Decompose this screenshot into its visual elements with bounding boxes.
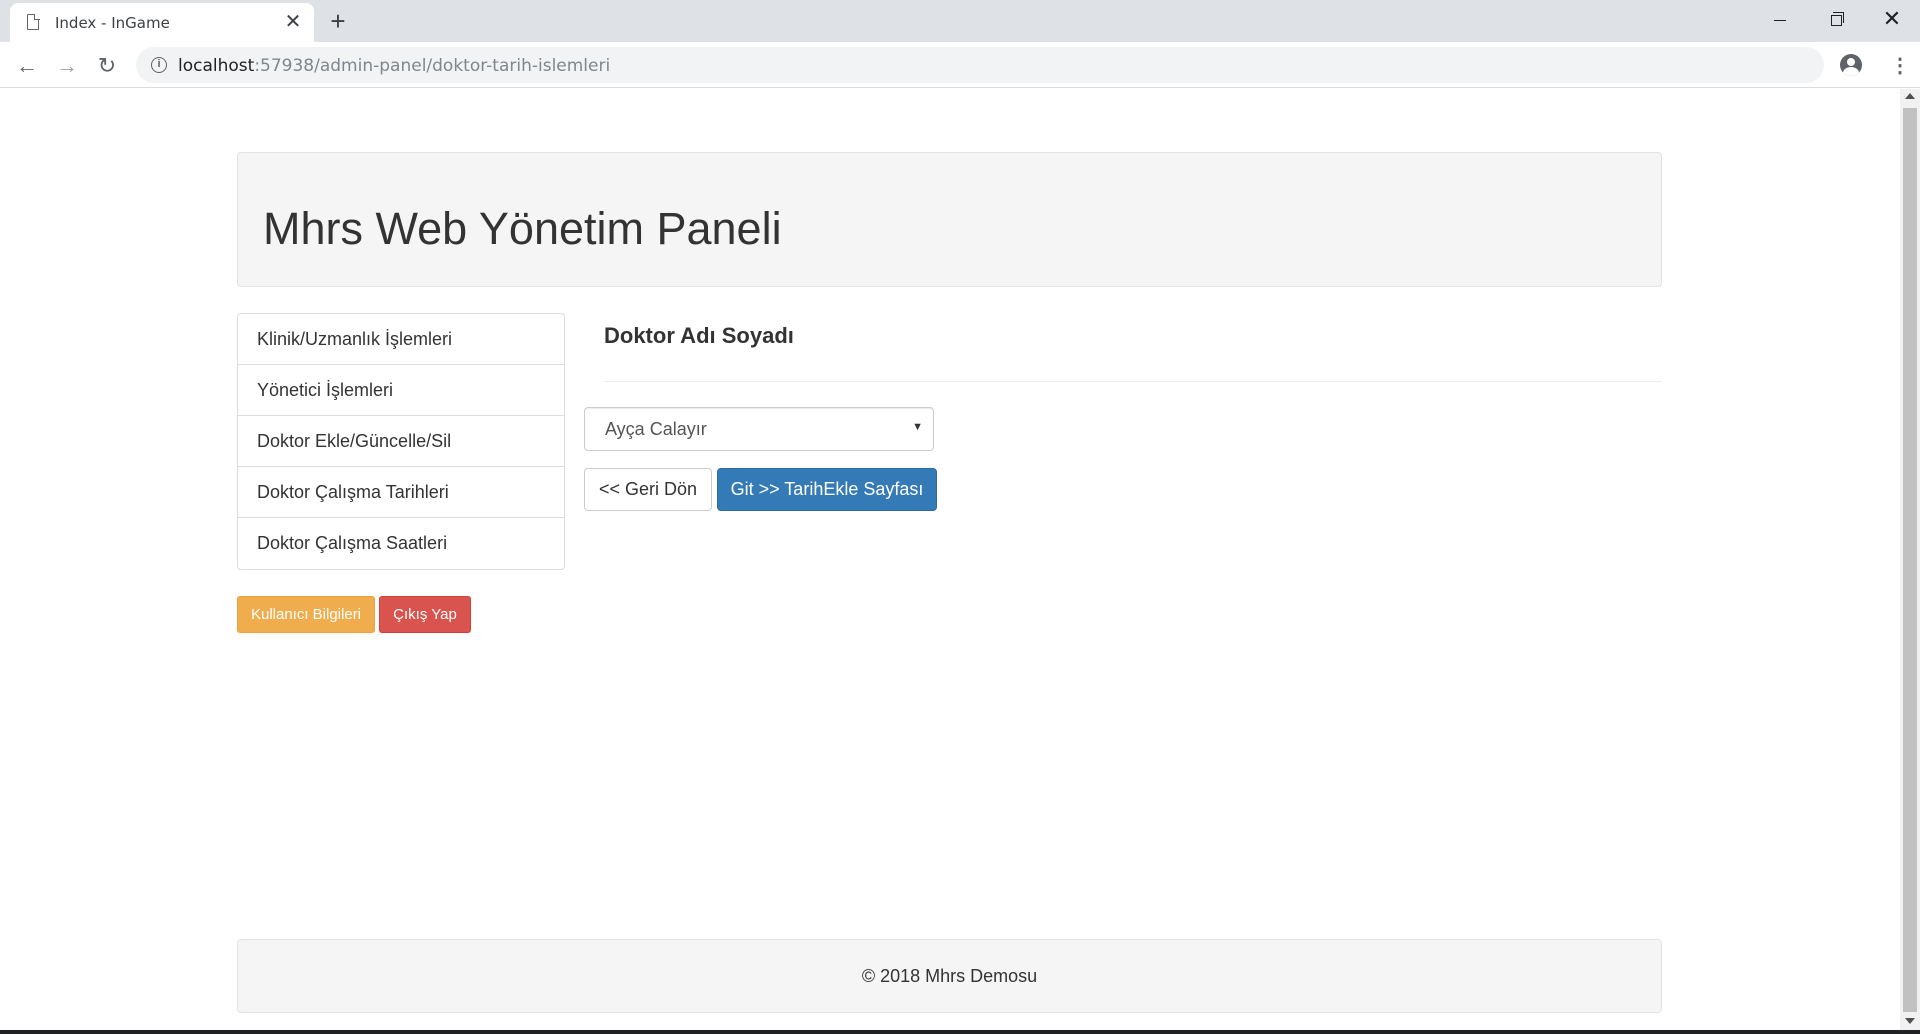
- footer: © 2018 Mhrs Demosu: [237, 939, 1662, 1013]
- account-icon[interactable]: [1840, 54, 1862, 76]
- restore-icon: [1830, 11, 1844, 26]
- minimize-button[interactable]: [1752, 0, 1808, 40]
- sidebar-item-doktor-ekle[interactable]: Doktor Ekle/Güncelle/Sil: [238, 416, 564, 467]
- doc-icon: [27, 13, 40, 30]
- sidebar-item-klinik[interactable]: Klinik/Uzmanlık İşlemleri: [238, 314, 564, 365]
- back-icon[interactable]: ←: [11, 50, 43, 82]
- close-icon[interactable]: ✕: [280, 9, 306, 35]
- menu-icon[interactable]: ⋮: [1890, 50, 1910, 82]
- address-bar[interactable]: i localhost:57938/admin-panel/doktor-tar…: [136, 47, 1824, 83]
- reload-icon[interactable]: ↻: [91, 50, 123, 82]
- user-info-button[interactable]: Kullanıcı Bilgileri: [237, 596, 375, 633]
- scroll-up-icon[interactable]: [1905, 93, 1915, 99]
- tab-title: Index - InGame: [55, 14, 170, 32]
- sidebar-menu: Klinik/Uzmanlık İşlemleri Yönetici İşlem…: [237, 313, 565, 570]
- page-scrollbar[interactable]: [1900, 89, 1920, 1030]
- window-close-button[interactable]: ✕: [1864, 0, 1920, 40]
- sidebar-item-yonetici[interactable]: Yönetici İşlemleri: [238, 365, 564, 416]
- url-text[interactable]: localhost:57938/admin-panel/doktor-tarih…: [178, 56, 610, 76]
- scroll-thumb[interactable]: [1903, 108, 1917, 1012]
- url-path: :57938/admin-panel/doktor-tarih-islemler…: [254, 56, 611, 76]
- page-viewport: Mhrs Web Yönetim Paneli Klinik/Uzmanlık …: [0, 89, 1900, 1030]
- page-title: Mhrs Web Yönetim Paneli: [263, 203, 782, 254]
- scroll-down-icon[interactable]: [1905, 1018, 1915, 1024]
- back-button[interactable]: << Geri Dön: [584, 468, 712, 511]
- browser-tab[interactable]: Index - InGame ✕: [10, 3, 314, 42]
- logout-button[interactable]: Çıkış Yap: [379, 596, 471, 633]
- restore-button[interactable]: [1808, 0, 1864, 40]
- taskbar-edge: [0, 1030, 1920, 1034]
- doctor-select-value: Ayça Calayır: [605, 419, 707, 439]
- go-date-add-button[interactable]: Git >> TarihEkle Sayfası: [717, 468, 937, 511]
- divider: [604, 381, 1662, 382]
- header-panel: Mhrs Web Yönetim Paneli: [237, 152, 1662, 287]
- forward-icon[interactable]: →: [51, 50, 83, 82]
- minimize-icon: [1774, 19, 1786, 21]
- sidebar-item-calisma-tarihleri[interactable]: Doktor Çalışma Tarihleri: [238, 467, 564, 518]
- plus-icon[interactable]: +: [322, 5, 354, 37]
- doctor-select[interactable]: Ayça Calayır ▼: [584, 407, 934, 451]
- sidebar-item-calisma-saatleri[interactable]: Doktor Çalışma Saatleri: [238, 518, 564, 569]
- browser-toolbar: ← → ↻ i localhost:57938/admin-panel/dokt…: [0, 42, 1920, 88]
- section-title: Doktor Adı Soyadı: [604, 323, 794, 348]
- url-host: localhost: [178, 56, 255, 76]
- tab-strip: Index - InGame ✕ + ✕: [0, 0, 1920, 42]
- chevron-down-icon: ▼: [912, 421, 923, 433]
- footer-text: © 2018 Mhrs Demosu: [861, 966, 1038, 986]
- info-icon[interactable]: i: [151, 57, 167, 73]
